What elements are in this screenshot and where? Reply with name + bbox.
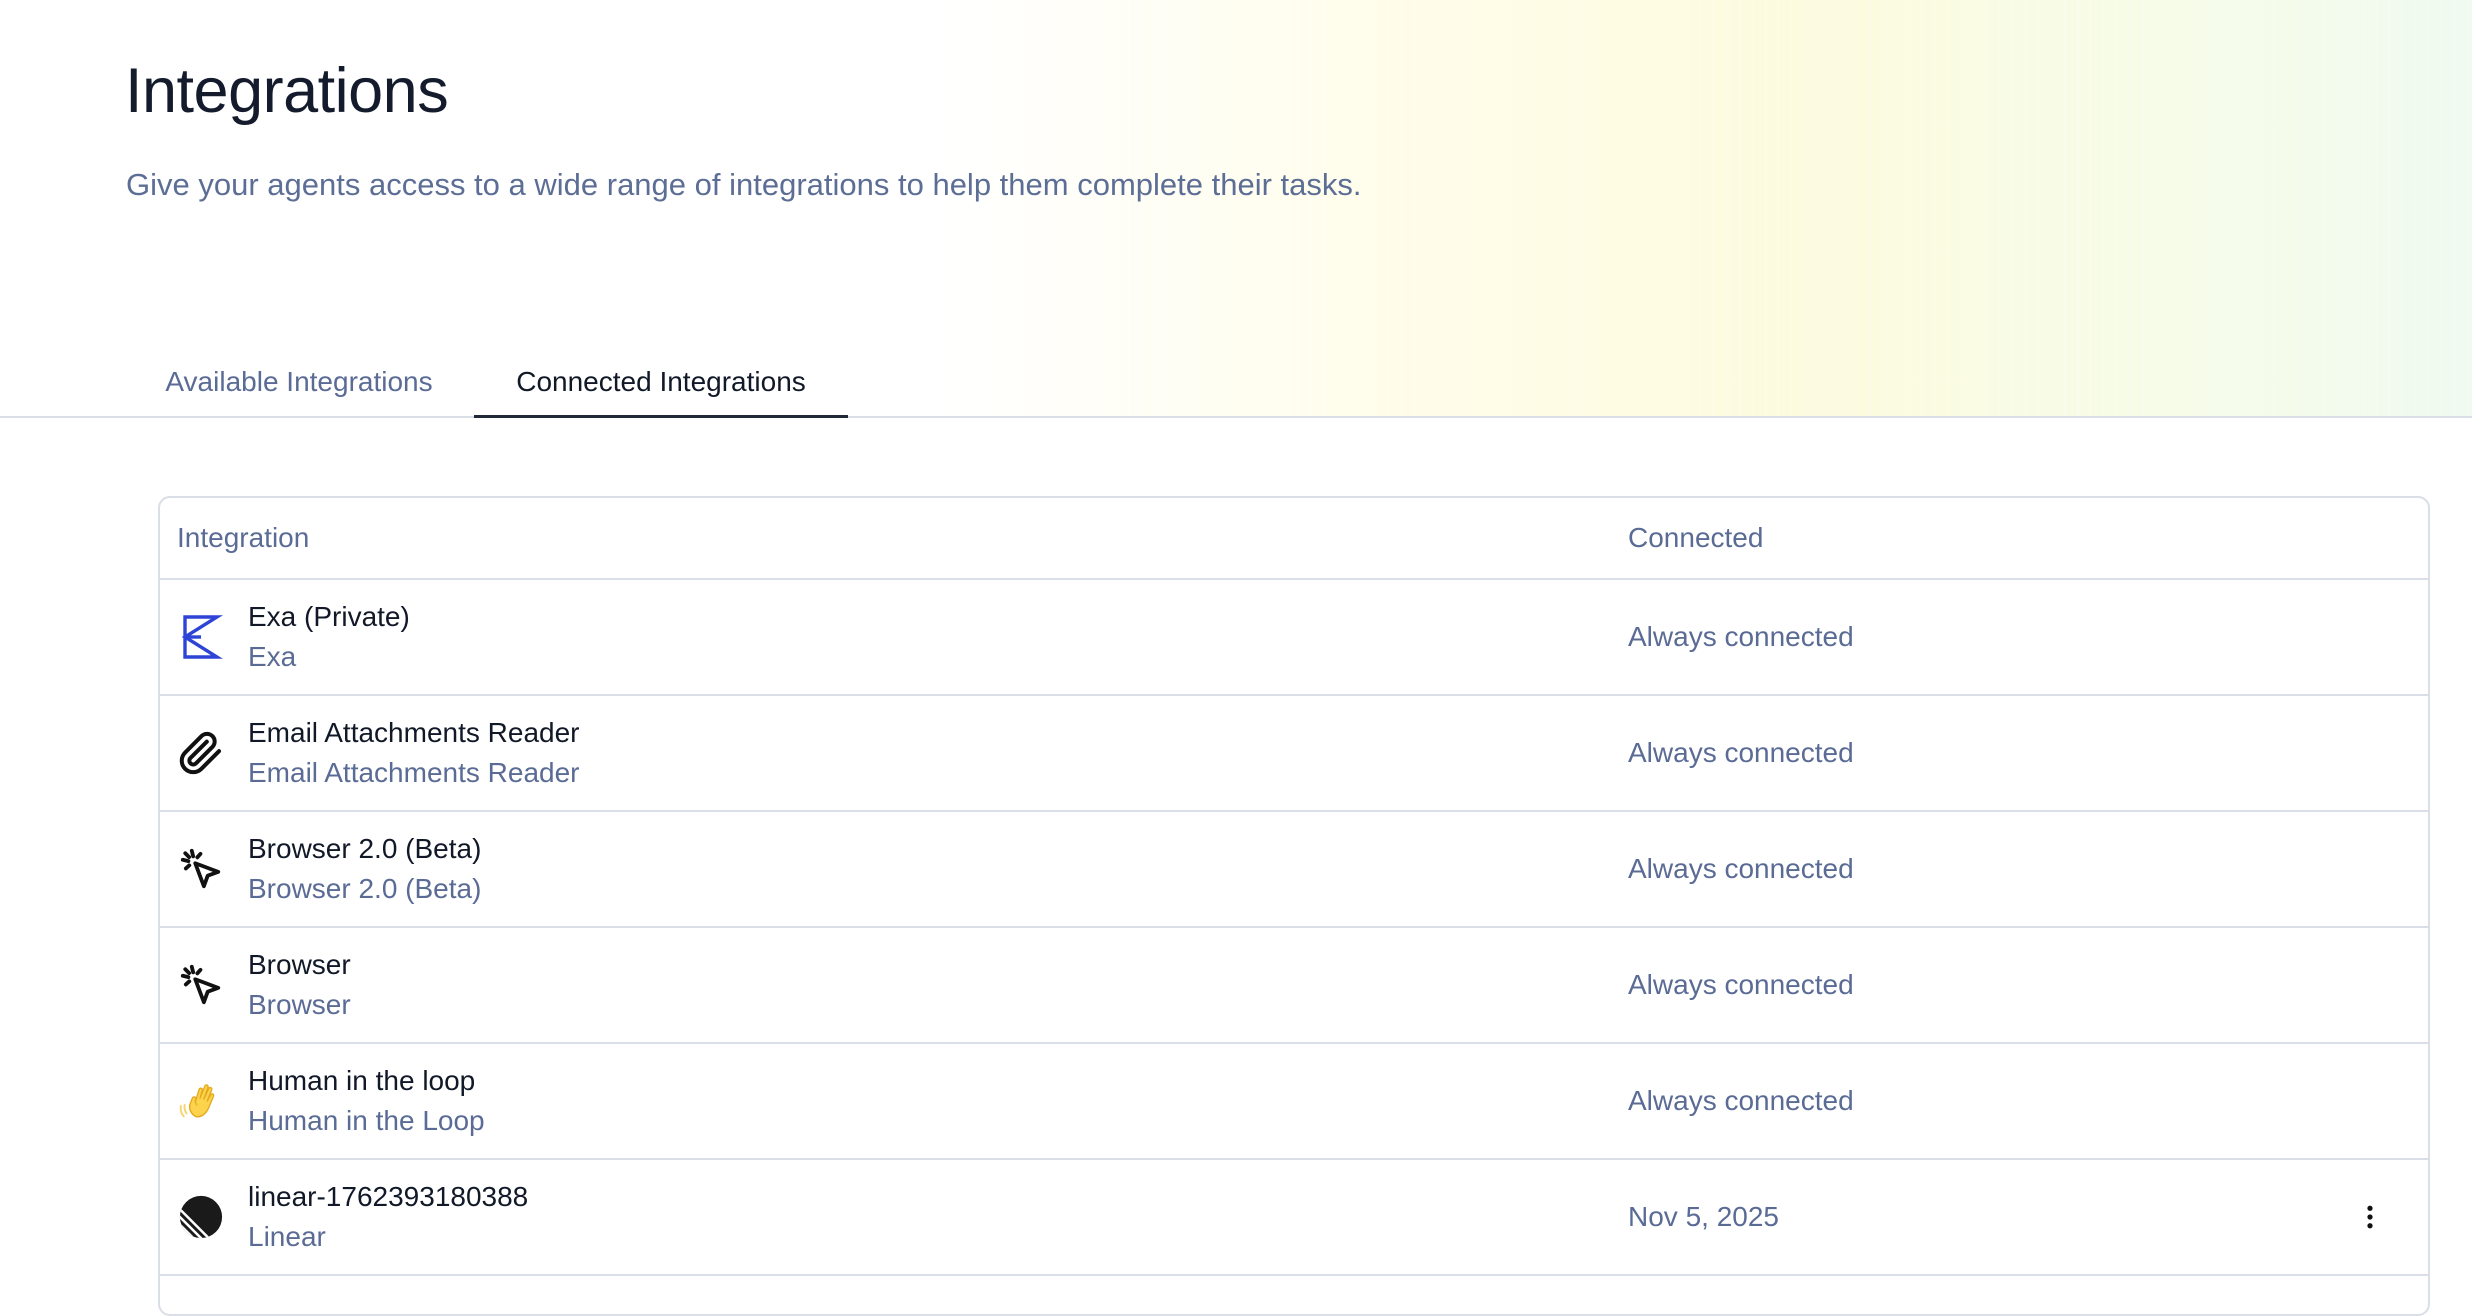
integration-tabs: Available Integrations Connected Integra… [0, 348, 2472, 418]
waving-hand-icon [177, 1077, 225, 1125]
tab-available-integrations[interactable]: Available Integrations [126, 348, 472, 416]
table-header: Integration Connected [160, 498, 2428, 580]
cursor-click-icon [177, 845, 225, 893]
paperclip-icon [177, 729, 225, 777]
connection-status: Always connected [1628, 621, 1854, 652]
connection-status: Always connected [1628, 1085, 1854, 1116]
connected-integrations-table: Integration Connected Exa (Private) Exa … [158, 496, 2430, 1316]
integration-name: Human in the loop [248, 1065, 476, 1096]
table-row[interactable]: Exa (Private) Exa Always connected [160, 580, 2428, 696]
row-actions-button[interactable] [2350, 1197, 2390, 1237]
integration-provider: Linear [248, 1221, 326, 1252]
connection-status: Always connected [1628, 853, 1854, 884]
column-header-integration[interactable]: Integration [177, 498, 309, 578]
integration-provider: Email Attachments Reader [248, 757, 580, 788]
integration-name: Exa (Private) [248, 601, 410, 632]
integration-provider: Human in the Loop [248, 1105, 485, 1136]
table-row[interactable]: Email Attachments Reader Email Attachmen… [160, 696, 2428, 812]
more-vertical-icon [2367, 1205, 2373, 1229]
tab-connected-integrations[interactable]: Connected Integrations [474, 348, 848, 418]
page-title: Integrations [125, 56, 449, 126]
exa-logo-icon [177, 613, 225, 661]
table-row[interactable]: Human in the loop Human in the Loop Alwa… [160, 1044, 2428, 1160]
integration-name: Browser [248, 949, 351, 980]
column-header-connected[interactable]: Connected [1628, 498, 1763, 578]
connection-status: Always connected [1628, 969, 1854, 1000]
integration-name: Browser 2.0 (Beta) [248, 833, 482, 864]
integration-name: Email Attachments Reader [248, 717, 580, 748]
table-row[interactable]: Browser Browser Always connected [160, 928, 2428, 1044]
integration-provider: Browser 2.0 (Beta) [248, 873, 482, 904]
connection-status: Always connected [1628, 737, 1854, 768]
page-subtitle: Give your agents access to a wide range … [126, 167, 1362, 202]
connection-date: Nov 5, 2025 [1628, 1201, 1779, 1232]
integration-provider: Browser [248, 989, 351, 1020]
linear-logo-icon [177, 1193, 225, 1241]
integration-name: linear-1762393180388 [248, 1181, 529, 1212]
cursor-click-icon [177, 961, 225, 1009]
table-row[interactable]: linear-1762393180388 Linear Nov 5, 2025 [160, 1160, 2428, 1276]
table-row[interactable]: Browser 2.0 (Beta) Browser 2.0 (Beta) Al… [160, 812, 2428, 928]
integration-provider: Exa [248, 641, 297, 672]
